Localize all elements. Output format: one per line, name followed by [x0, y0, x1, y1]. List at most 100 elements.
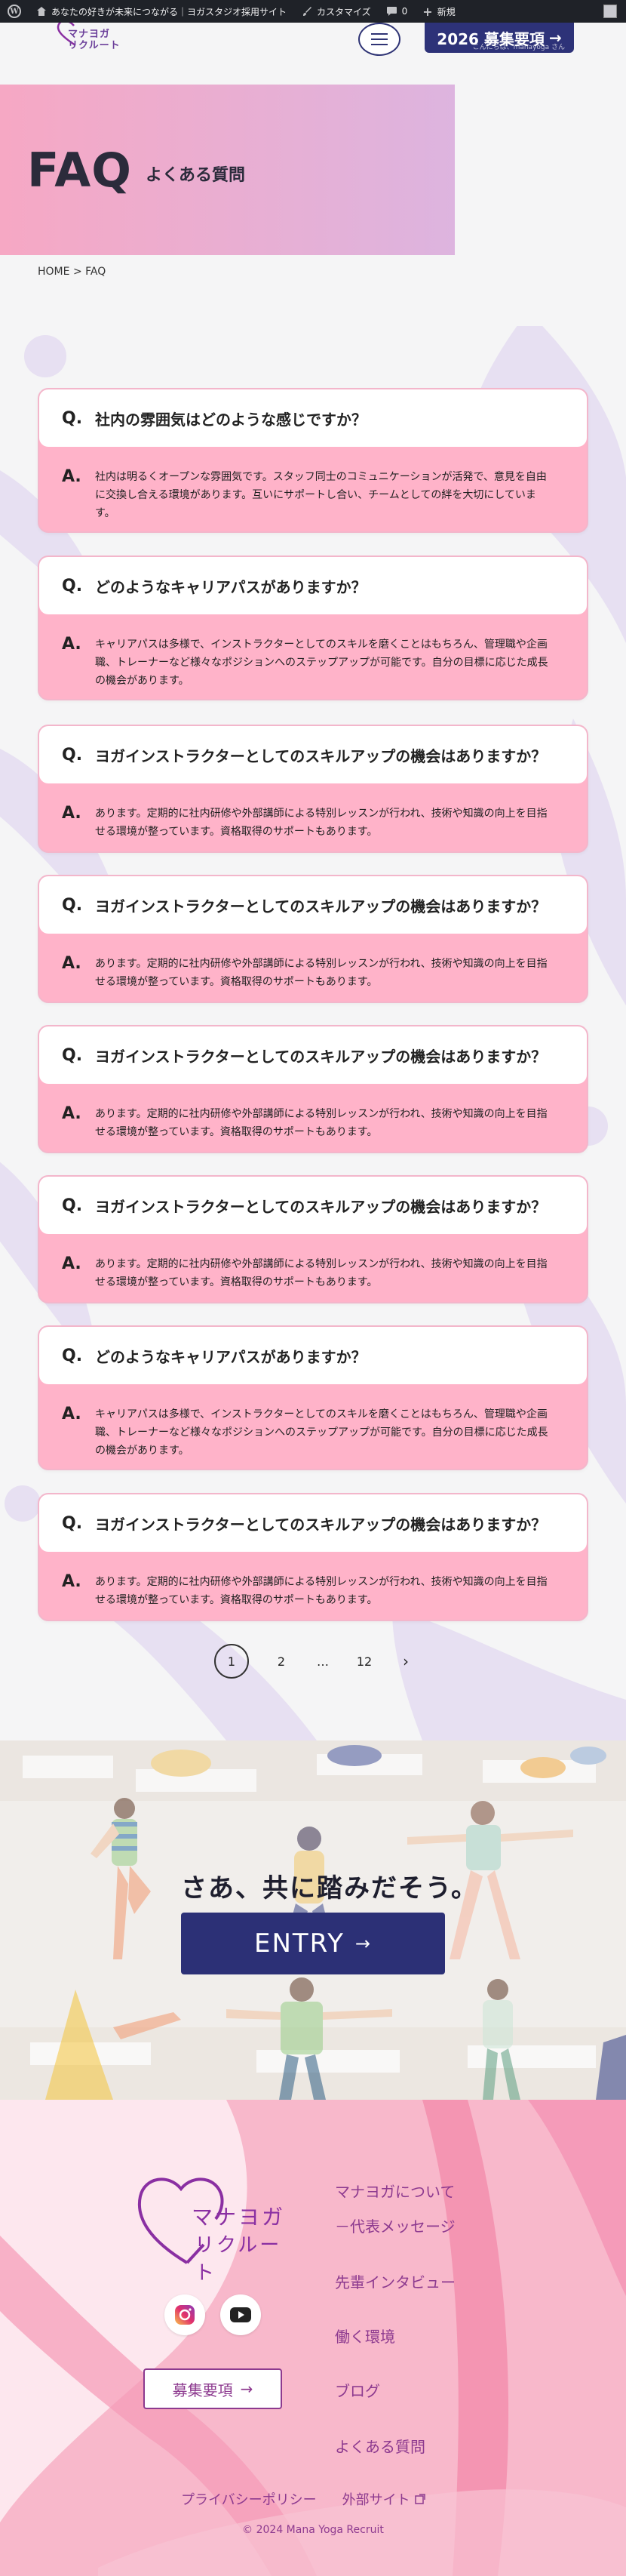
arrow-right-icon: → [354, 1933, 372, 1954]
site-name-link[interactable]: あなたの好きが未来につながる｜ヨガスタジオ採用サイト [29, 0, 294, 23]
faq-answer-text: あります。定期的に社内研修や外部講師による特別レッスンが行われ、技術や知識の向上… [95, 1258, 548, 1288]
faq-question-text: ヨガインストラクターとしてのスキルアップの機会はありますか？ [95, 1197, 547, 1216]
plus-icon: + [422, 4, 433, 19]
q-mark: Q. [62, 1513, 83, 1533]
copyright: © 2024 Mana Yoga Recruit [242, 2524, 384, 2536]
header-logo-line2: リクルート [68, 40, 121, 51]
howdy-text: こんにちは、manayoga さん [472, 44, 565, 51]
faq-question-text: ヨガインストラクターとしてのスキルアップの機会はありますか？ [95, 746, 547, 765]
header-logo-line1: マナヨガ [68, 29, 111, 40]
faq-question: Q. ヨガインストラクターとしてのスキルアップの機会はありますか？ [39, 1494, 587, 1552]
faq-item[interactable]: Q. どのようなキャリアパスがありますか？ A. キャリアパスは多様で、インストラク… [38, 556, 588, 700]
faq-answer-text: 社内は明るくオープンな雰囲気です。スタッフ同士のコミュニケーションが活発で、意見… [95, 471, 547, 519]
faq-question-text: ヨガインストラクターとしてのスキルアップの機会はありますか？ [95, 1047, 547, 1066]
footer-nav-about[interactable]: マナヨガについて [335, 2180, 455, 2202]
q-mark: Q. [62, 745, 83, 765]
footer-nav-environment[interactable]: 働く環境 [335, 2325, 395, 2347]
breadcrumb-home[interactable]: HOME [38, 266, 69, 278]
external-site-link[interactable]: 外部サイト [342, 2489, 425, 2509]
recruit-2026-button[interactable]: 2026 募集要項 → こんにちは、manayoga さん [425, 23, 574, 53]
youtube-button[interactable] [220, 2294, 261, 2335]
hamburger-menu-button[interactable] [358, 23, 400, 56]
entry-button[interactable]: ENTRY → [181, 1913, 445, 1974]
header-logo[interactable]: マナヨガ リクルート [57, 20, 121, 57]
page-ellipsis: … [317, 1654, 329, 1669]
footer-nav-interview[interactable]: 先輩インタビュー [335, 2270, 456, 2292]
brush-icon [303, 7, 312, 16]
faq-question: Q. ヨガインストラクターとしてのスキルアップの機会はありますか？ [39, 726, 587, 783]
faq-answer: A. キャリアパスは多様で、インストラクターとしてのスキルを磨くことはもちろん、管… [39, 1384, 587, 1460]
page-2-link[interactable]: 2 [264, 1644, 299, 1679]
customize-link[interactable]: カスタマイズ [294, 0, 379, 23]
breadcrumb-current: FAQ [85, 266, 106, 278]
breadcrumb: HOME > FAQ [38, 266, 106, 278]
footer-recruit-button[interactable]: 募集要項 → [143, 2368, 282, 2409]
a-mark: A. [62, 1254, 81, 1273]
q-mark: Q. [62, 408, 83, 428]
faq-item[interactable]: Q. ヨガインストラクターとしてのスキルアップの機会はありますか？ A. あります。… [38, 1025, 588, 1153]
faq-answer: A. あります。定期的に社内研修や外部講師による特別レッスンが行われ、技術や知識の… [39, 1234, 587, 1291]
faq-question-text: どのようなキャリアパスがありますか？ [95, 1347, 367, 1366]
faq-answer-text: あります。定期的に社内研修や外部講師による特別レッスンが行われ、技術や知識の向上… [95, 1576, 548, 1606]
footer-bottom-links: プライバシーポリシー 外部サイト [181, 2489, 453, 2509]
faq-answer: A. あります。定期的に社内研修や外部講師による特別レッスンが行われ、技術や知識の… [39, 1552, 587, 1609]
privacy-policy-link[interactable]: プライバシーポリシー [181, 2489, 317, 2509]
menu-icon-bar [371, 44, 388, 45]
faq-question-text: 社内の雰囲気はどのような感じですか？ [95, 410, 367, 429]
footer-nav-faq[interactable]: よくある質問 [335, 2435, 425, 2457]
faq-answer-text: キャリアパスは多様で、インストラクターとしてのスキルを磨くことはもちろん、管理職… [95, 639, 548, 687]
instagram-button[interactable] [164, 2294, 205, 2335]
faq-question: Q. ヨガインストラクターとしてのスキルアップの機会はありますか？ [39, 1026, 587, 1084]
menu-icon-bar [371, 38, 388, 40]
faq-item[interactable]: Q. ヨガインストラクターとしてのスキルアップの機会はありますか？ A. あります。… [38, 1175, 588, 1303]
account-menu[interactable] [603, 5, 626, 18]
youtube-icon [230, 2307, 251, 2322]
wordpress-menu[interactable]: W [0, 0, 29, 23]
a-mark: A. [62, 1104, 81, 1123]
faq-question-text: ヨガインストラクターとしてのスキルアップの機会はありますか？ [95, 897, 547, 916]
customize-label: カスタマイズ [317, 6, 371, 17]
footer-logo[interactable]: マナヨガ リクルート [134, 2172, 300, 2285]
pagination: 1 2 … 12 › [214, 1644, 415, 1679]
a-mark: A. [62, 635, 81, 654]
faq-answer: A. あります。定期的に社内研修や外部講師による特別レッスンが行われ、技術や知識の… [39, 783, 587, 841]
page-1-link[interactable]: 1 [214, 1644, 249, 1679]
faq-question: Q. どのようなキャリアパスがありますか？ [39, 557, 587, 614]
avatar [603, 5, 617, 18]
faq-answer-text: あります。定期的に社内研修や外部講師による特別レッスンが行われ、技術や知識の向上… [95, 1108, 548, 1138]
faq-item[interactable]: Q. 社内の雰囲気はどのような感じですか？ A. 社内は明るくオープンな雰囲気です。… [38, 388, 588, 533]
footer-nav-blog[interactable]: ブログ [335, 2379, 380, 2401]
faq-answer-text: キャリアパスは多様で、インストラクターとしてのスキルを磨くことはもちろん、管理職… [95, 1408, 548, 1457]
site-name: あなたの好きが未来につながる｜ヨガスタジオ採用サイト [51, 6, 287, 17]
faq-answer-text: あります。定期的に社内研修や外部講師による特別レッスンが行われ、技術や知識の向上… [95, 808, 548, 838]
entry-button-label: ENTRY [253, 1928, 345, 1959]
new-content-link[interactable]: + 新規 [415, 0, 462, 23]
home-icon [37, 7, 46, 16]
faq-item[interactable]: Q. どのようなキャリアパスがありますか？ A. キャリアパスは多様で、インストラク… [38, 1325, 588, 1470]
instagram-icon [175, 2305, 195, 2325]
faq-question-text: どのようなキャリアパスがありますか？ [95, 577, 367, 596]
footer-recruit-label: 募集要項 [172, 2381, 233, 2399]
faq-question-text: ヨガインストラクターとしてのスキルアップの機会はありますか？ [95, 1515, 547, 1534]
new-label: 新規 [437, 6, 456, 17]
faq-answer: A. あります。定期的に社内研修や外部講師による特別レッスンが行われ、技術や知識の… [39, 934, 587, 991]
footer-nav-message[interactable]: －代表メッセージ [335, 2214, 456, 2236]
q-mark: Q. [62, 1196, 83, 1215]
comments-count: 0 [401, 6, 408, 17]
faq-item[interactable]: Q. ヨガインストラクターとしてのスキルアップの機会はありますか？ A. あります。… [38, 725, 588, 853]
page-12-link[interactable]: 12 [347, 1644, 382, 1679]
admin-bar: W あなたの好きが未来につながる｜ヨガスタジオ採用サイト カスタマイズ 0 + … [0, 0, 626, 23]
site-header: マナヨガ リクルート 2026 募集要項 → こんにちは、manayoga さん [0, 20, 626, 59]
arrow-right-icon: → [240, 2380, 253, 2398]
faq-question: Q. ヨガインストラクターとしてのスキルアップの機会はありますか？ [39, 876, 587, 934]
entry-heading: さあ、共に踏みだそう。 [181, 1873, 478, 1904]
faq-item[interactable]: Q. ヨガインストラクターとしてのスキルアップの機会はありますか？ A. あります。… [38, 1493, 588, 1621]
faq-item[interactable]: Q. ヨガインストラクターとしてのスキルアップの機会はありますか？ A. あります。… [38, 875, 588, 1003]
comments-link[interactable]: 0 [379, 0, 416, 23]
page-title: FAQ [27, 142, 132, 198]
faq-question: Q. どのようなキャリアパスがありますか？ [39, 1327, 587, 1384]
footer-logo-line1: マナヨガ [192, 2205, 286, 2230]
next-page-icon[interactable]: › [397, 1644, 415, 1679]
a-mark: A. [62, 1405, 81, 1423]
faq-question: Q. 社内の雰囲気はどのような感じですか？ [39, 389, 587, 447]
